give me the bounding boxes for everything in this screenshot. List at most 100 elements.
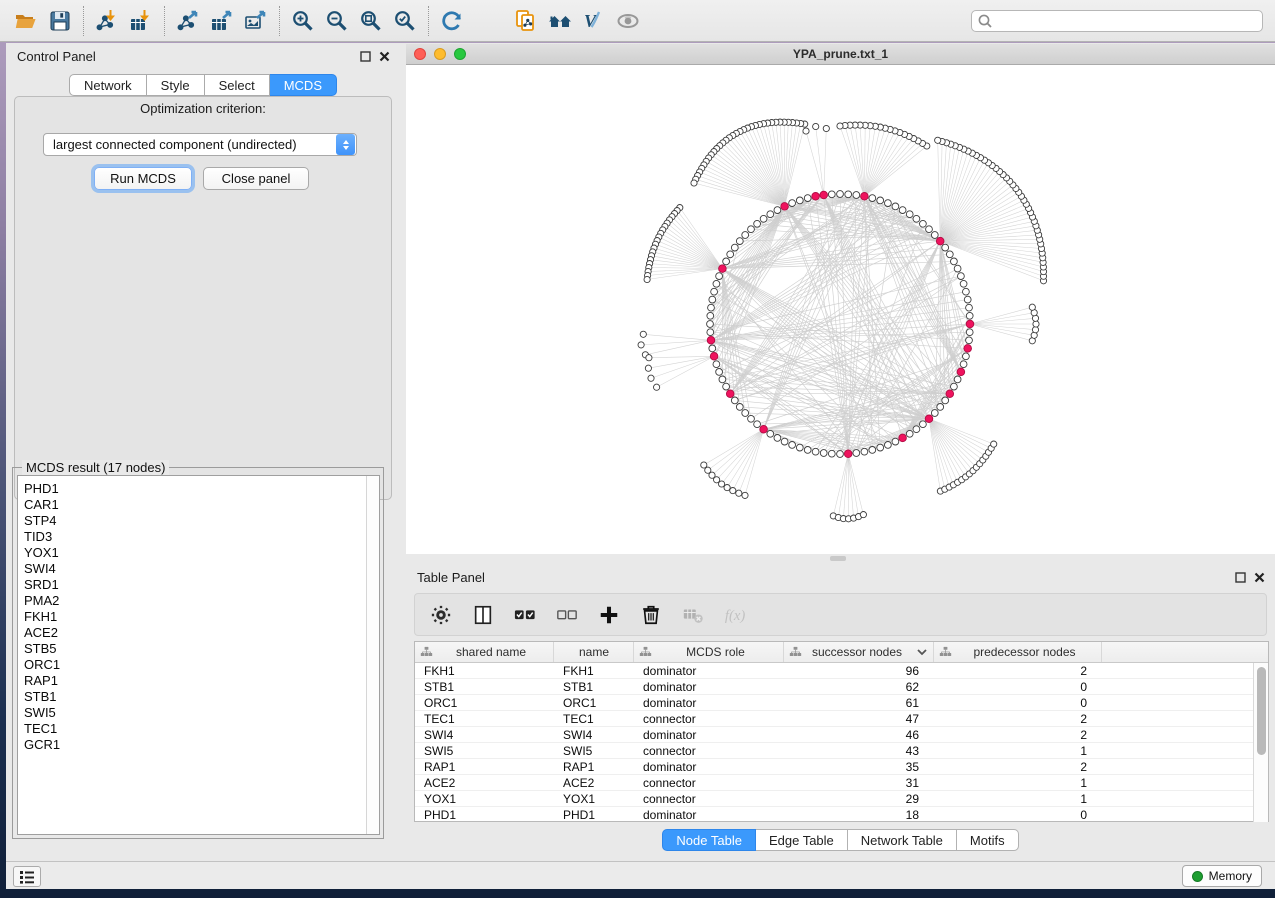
select-stepper-icon [336, 134, 355, 155]
mcds-result-list[interactable]: PHD1CAR1STP4TID3YOX1SWI4SRD1PMA2FKH1ACE2… [17, 475, 380, 835]
checkbox-unchecked-icon [556, 604, 578, 626]
memory-button[interactable]: Memory [1182, 865, 1262, 887]
save-session-button[interactable] [43, 4, 77, 38]
hide-preview-icon [616, 9, 640, 33]
table-cell: 2 [934, 711, 1102, 726]
hide-preview-button[interactable] [611, 4, 645, 38]
horizontal-splitter-handle[interactable] [830, 556, 846, 561]
network-window-titlebar[interactable]: YPA_prune.txt_1 [406, 44, 1275, 65]
table-row[interactable]: SWI5SWI5connector431 [415, 743, 1268, 759]
table-cell: SWI5 [415, 743, 554, 758]
column-header-shared-name[interactable]: shared name [415, 642, 554, 662]
table-cell: 43 [784, 743, 934, 758]
columns-button[interactable] [469, 601, 497, 629]
network-canvas[interactable] [406, 65, 1275, 554]
tab-node-table[interactable]: Node Table [662, 829, 756, 851]
delete-table-icon [682, 604, 704, 626]
tab-edge-table[interactable]: Edge Table [756, 829, 848, 851]
table-cell: 62 [784, 679, 934, 694]
table-scrollbar-thumb[interactable] [1257, 667, 1266, 755]
table-row[interactable]: ORC1ORC1dominator610 [415, 695, 1268, 711]
result-list-scrollbar[interactable] [366, 476, 379, 834]
mcds-result-title: MCDS result (17 nodes) [22, 460, 169, 475]
table-row[interactable]: TEC1TEC1connector472 [415, 711, 1268, 727]
tab-motifs[interactable]: Motifs [957, 829, 1019, 851]
table-row[interactable]: STB1STB1dominator620 [415, 679, 1268, 695]
table-scrollbar[interactable] [1253, 663, 1268, 822]
table-row[interactable]: SWI4SWI4dominator462 [415, 727, 1268, 743]
table-cell: ACE2 [415, 775, 554, 790]
close-panel-icon[interactable] [379, 51, 390, 62]
gear-button[interactable] [427, 601, 455, 629]
zoom-selected-button[interactable] [388, 4, 422, 38]
table-cell: FKH1 [415, 663, 554, 678]
result-node: TID3 [24, 529, 379, 545]
share-document-button[interactable] [509, 4, 543, 38]
import-table-button[interactable] [124, 4, 158, 38]
org-chart-icon [789, 646, 802, 659]
export-image-icon [244, 9, 268, 33]
zoom-fit-button[interactable] [354, 4, 388, 38]
export-network-button[interactable] [171, 4, 205, 38]
result-node: PMA2 [24, 593, 379, 609]
float-window-icon[interactable] [360, 51, 371, 62]
checkbox-checked-button[interactable] [511, 601, 539, 629]
close-panel-icon[interactable] [1254, 572, 1265, 583]
export-image-button[interactable] [239, 4, 273, 38]
toolbar-separator [428, 6, 429, 36]
tab-network[interactable]: Network [69, 74, 147, 96]
import-network-icon [95, 9, 119, 33]
optimization-criterion-select[interactable]: largest connected component (undirected) [43, 133, 357, 156]
result-node: ACE2 [24, 625, 379, 641]
toolbar-separator [83, 6, 84, 36]
task-list-button[interactable] [13, 866, 41, 887]
add-column-button[interactable] [595, 601, 623, 629]
org-chart-icon [420, 646, 433, 659]
column-header-MCDS-role[interactable]: MCDS role [634, 642, 784, 662]
table-row[interactable]: FKH1FKH1dominator962 [415, 663, 1268, 679]
float-window-icon[interactable] [1235, 572, 1246, 583]
save-session-icon [48, 9, 72, 33]
zoom-in-button[interactable] [286, 4, 320, 38]
tab-network-table[interactable]: Network Table [848, 829, 957, 851]
tab-select[interactable]: Select [205, 74, 270, 96]
table-row[interactable]: ACE2ACE2connector311 [415, 775, 1268, 791]
table-row[interactable]: YOX1YOX1connector291 [415, 791, 1268, 807]
refresh-view-button[interactable] [435, 4, 469, 38]
zoom-out-button[interactable] [320, 4, 354, 38]
toolbar-separator [164, 6, 165, 36]
tab-mcds[interactable]: MCDS [270, 74, 337, 96]
column-header-successor-nodes[interactable]: successor nodes [784, 642, 934, 662]
delete-column-button[interactable] [637, 601, 665, 629]
column-header-predecessor-nodes[interactable]: predecessor nodes [934, 642, 1102, 662]
table-cell: 1 [934, 791, 1102, 806]
export-table-button[interactable] [205, 4, 239, 38]
table-row[interactable]: PHD1PHD1dominator180 [415, 807, 1268, 822]
home-view-button[interactable] [543, 4, 577, 38]
search-input[interactable] [971, 10, 1263, 32]
control-panel: Control Panel NetworkStyleSelectMCDS Opt… [6, 43, 400, 861]
node-table: shared namenameMCDS rolesuccessor nodesp… [414, 641, 1269, 822]
close-panel-button[interactable]: Close panel [203, 167, 309, 190]
mcds-tab-content [14, 96, 392, 500]
tab-style[interactable]: Style [147, 74, 205, 96]
table-cell: 2 [934, 727, 1102, 742]
column-header-name[interactable]: name [554, 642, 634, 662]
table-row[interactable]: RAP1RAP1dominator352 [415, 759, 1268, 775]
result-node: RAP1 [24, 673, 379, 689]
table-cell: 96 [784, 663, 934, 678]
table-cell: 35 [784, 759, 934, 774]
table-cell: 1 [934, 775, 1102, 790]
checkbox-unchecked-button[interactable] [553, 601, 581, 629]
table-cell: ACE2 [554, 775, 634, 790]
table-cell: TEC1 [554, 711, 634, 726]
result-node: FKH1 [24, 609, 379, 625]
open-file-button[interactable] [9, 4, 43, 38]
run-mcds-button[interactable]: Run MCDS [94, 167, 192, 190]
columns-icon [472, 604, 494, 626]
vizmapper-button[interactable]: V [577, 4, 611, 38]
node-table-body: FKH1FKH1dominator962STB1STB1dominator620… [415, 663, 1268, 822]
table-cell: connector [634, 775, 784, 790]
import-network-button[interactable] [90, 4, 124, 38]
node-table-rows: FKH1FKH1dominator962STB1STB1dominator620… [415, 663, 1268, 822]
